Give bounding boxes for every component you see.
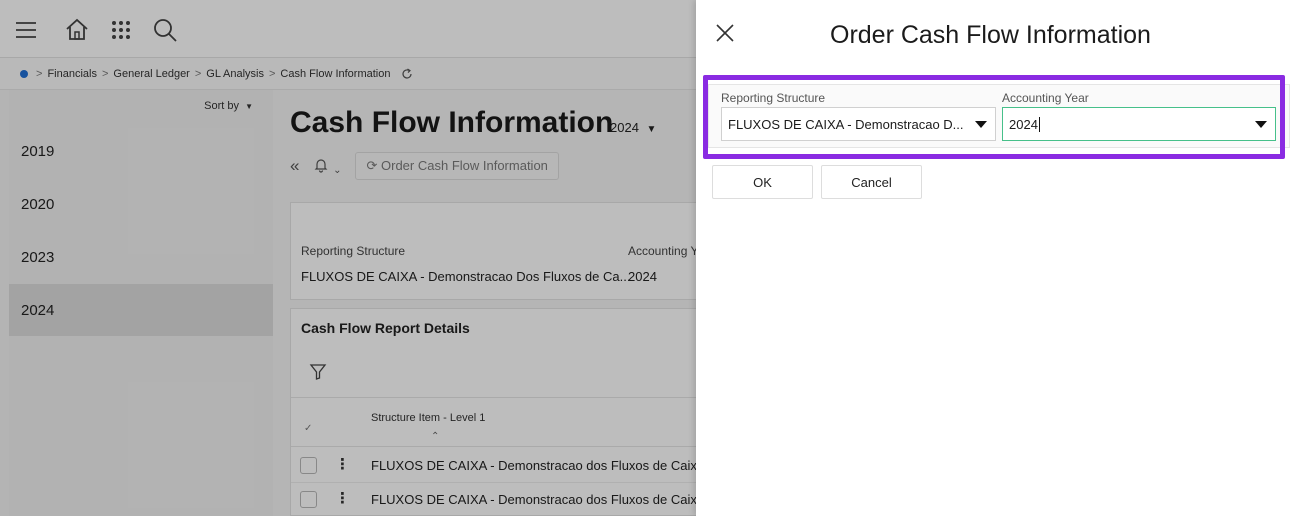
caret-down-icon [975,121,987,128]
dialog-title: Order Cash Flow Information [830,21,1151,49]
order-dialog: Order Cash Flow Information Reporting St… [696,0,1295,516]
reporting-structure-label: Reporting Structure [721,91,826,105]
dialog-form: Reporting Structure FLUXOS DE CAIXA - De… [708,84,1290,148]
accounting-year-select[interactable]: 2024 [1002,107,1276,141]
text-cursor [1038,116,1040,132]
reporting-structure-select[interactable]: FLUXOS DE CAIXA - Demonstracao D... [721,107,996,141]
modal-overlay[interactable] [0,0,696,516]
close-icon[interactable] [714,22,736,44]
accounting-year-label: Accounting Year [1002,91,1089,105]
ok-button[interactable]: OK [712,165,813,199]
accounting-year-value: 2024 [1009,116,1038,132]
cancel-button[interactable]: Cancel [821,165,922,199]
reporting-structure-value: FLUXOS DE CAIXA - Demonstracao D... [728,116,964,132]
caret-down-icon [1255,121,1267,128]
